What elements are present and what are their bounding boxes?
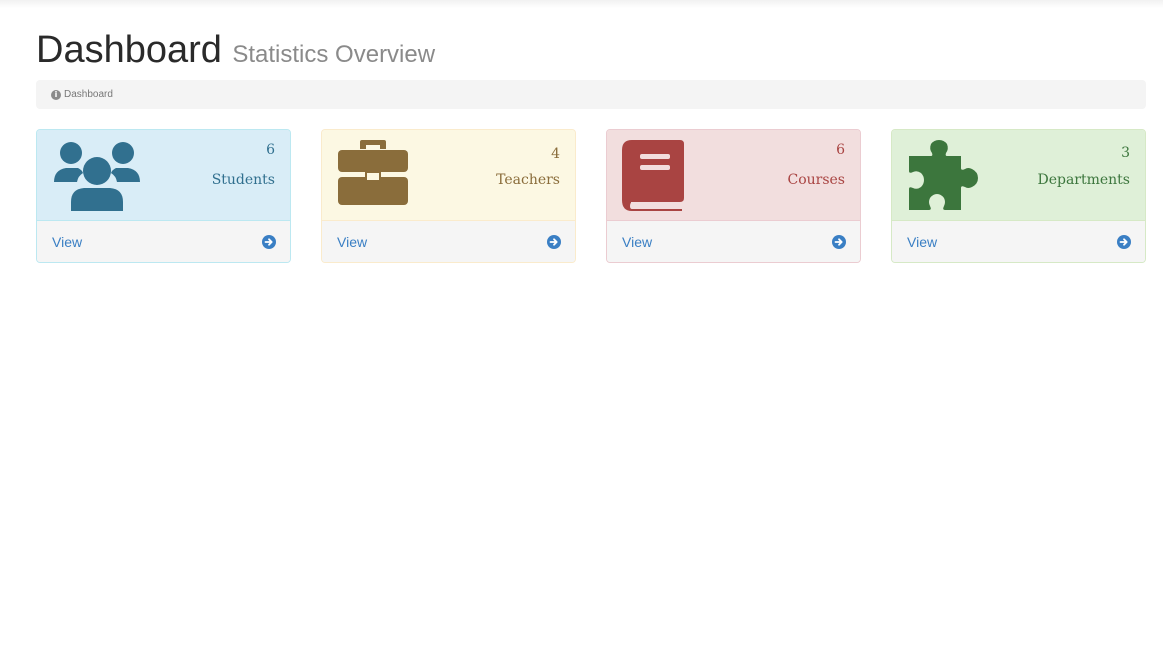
breadcrumb-label: Dashboard: [64, 89, 113, 100]
arrow-circle-right-icon: [547, 234, 561, 249]
card-header: 4 Teachers: [322, 130, 575, 221]
card-count: 3: [1121, 145, 1130, 161]
card-label: Courses: [787, 172, 845, 188]
view-link-label: View: [337, 233, 368, 250]
breadcrumb: i Dashboard: [36, 80, 1146, 109]
card-count: 6: [836, 142, 845, 158]
view-students-link[interactable]: View: [37, 221, 290, 262]
view-teachers-link[interactable]: View: [322, 221, 575, 262]
view-departments-link[interactable]: View: [892, 221, 1145, 262]
card-header: 6 Students: [37, 130, 290, 221]
arrow-circle-right-icon: [832, 234, 846, 249]
view-link-label: View: [622, 233, 653, 250]
view-courses-link[interactable]: View: [607, 221, 860, 262]
arrow-circle-right-icon: [262, 234, 276, 249]
card-header: 6 Courses: [607, 130, 860, 221]
top-shadow: [0, 0, 1163, 8]
card-teachers: 4 Teachers View: [321, 129, 576, 263]
card-courses: 6 Courses View: [606, 129, 861, 263]
card-label: Students: [211, 172, 275, 188]
briefcase-icon: [338, 140, 408, 205]
info-circle-icon: i: [51, 89, 61, 100]
page-subtitle: Statistics Overview: [232, 41, 436, 68]
card-label: Departments: [1037, 172, 1130, 188]
card-departments: 3 Departments View: [891, 129, 1146, 263]
page-title: Dashboard: [36, 29, 222, 71]
users-icon: [54, 142, 140, 211]
card-label: Teachers: [496, 172, 560, 188]
page-header: Dashboard Statistics Overview: [36, 28, 435, 72]
view-link-label: View: [52, 233, 83, 250]
card-count: 6: [266, 142, 275, 158]
card-students: 6 Students View: [36, 129, 291, 263]
arrow-circle-right-icon: [1117, 234, 1131, 249]
puzzle-piece-icon: [909, 140, 978, 210]
card-header: 3 Departments: [892, 130, 1145, 221]
view-link-label: View: [907, 233, 938, 250]
card-count: 4: [551, 146, 560, 162]
book-icon: [622, 140, 684, 211]
